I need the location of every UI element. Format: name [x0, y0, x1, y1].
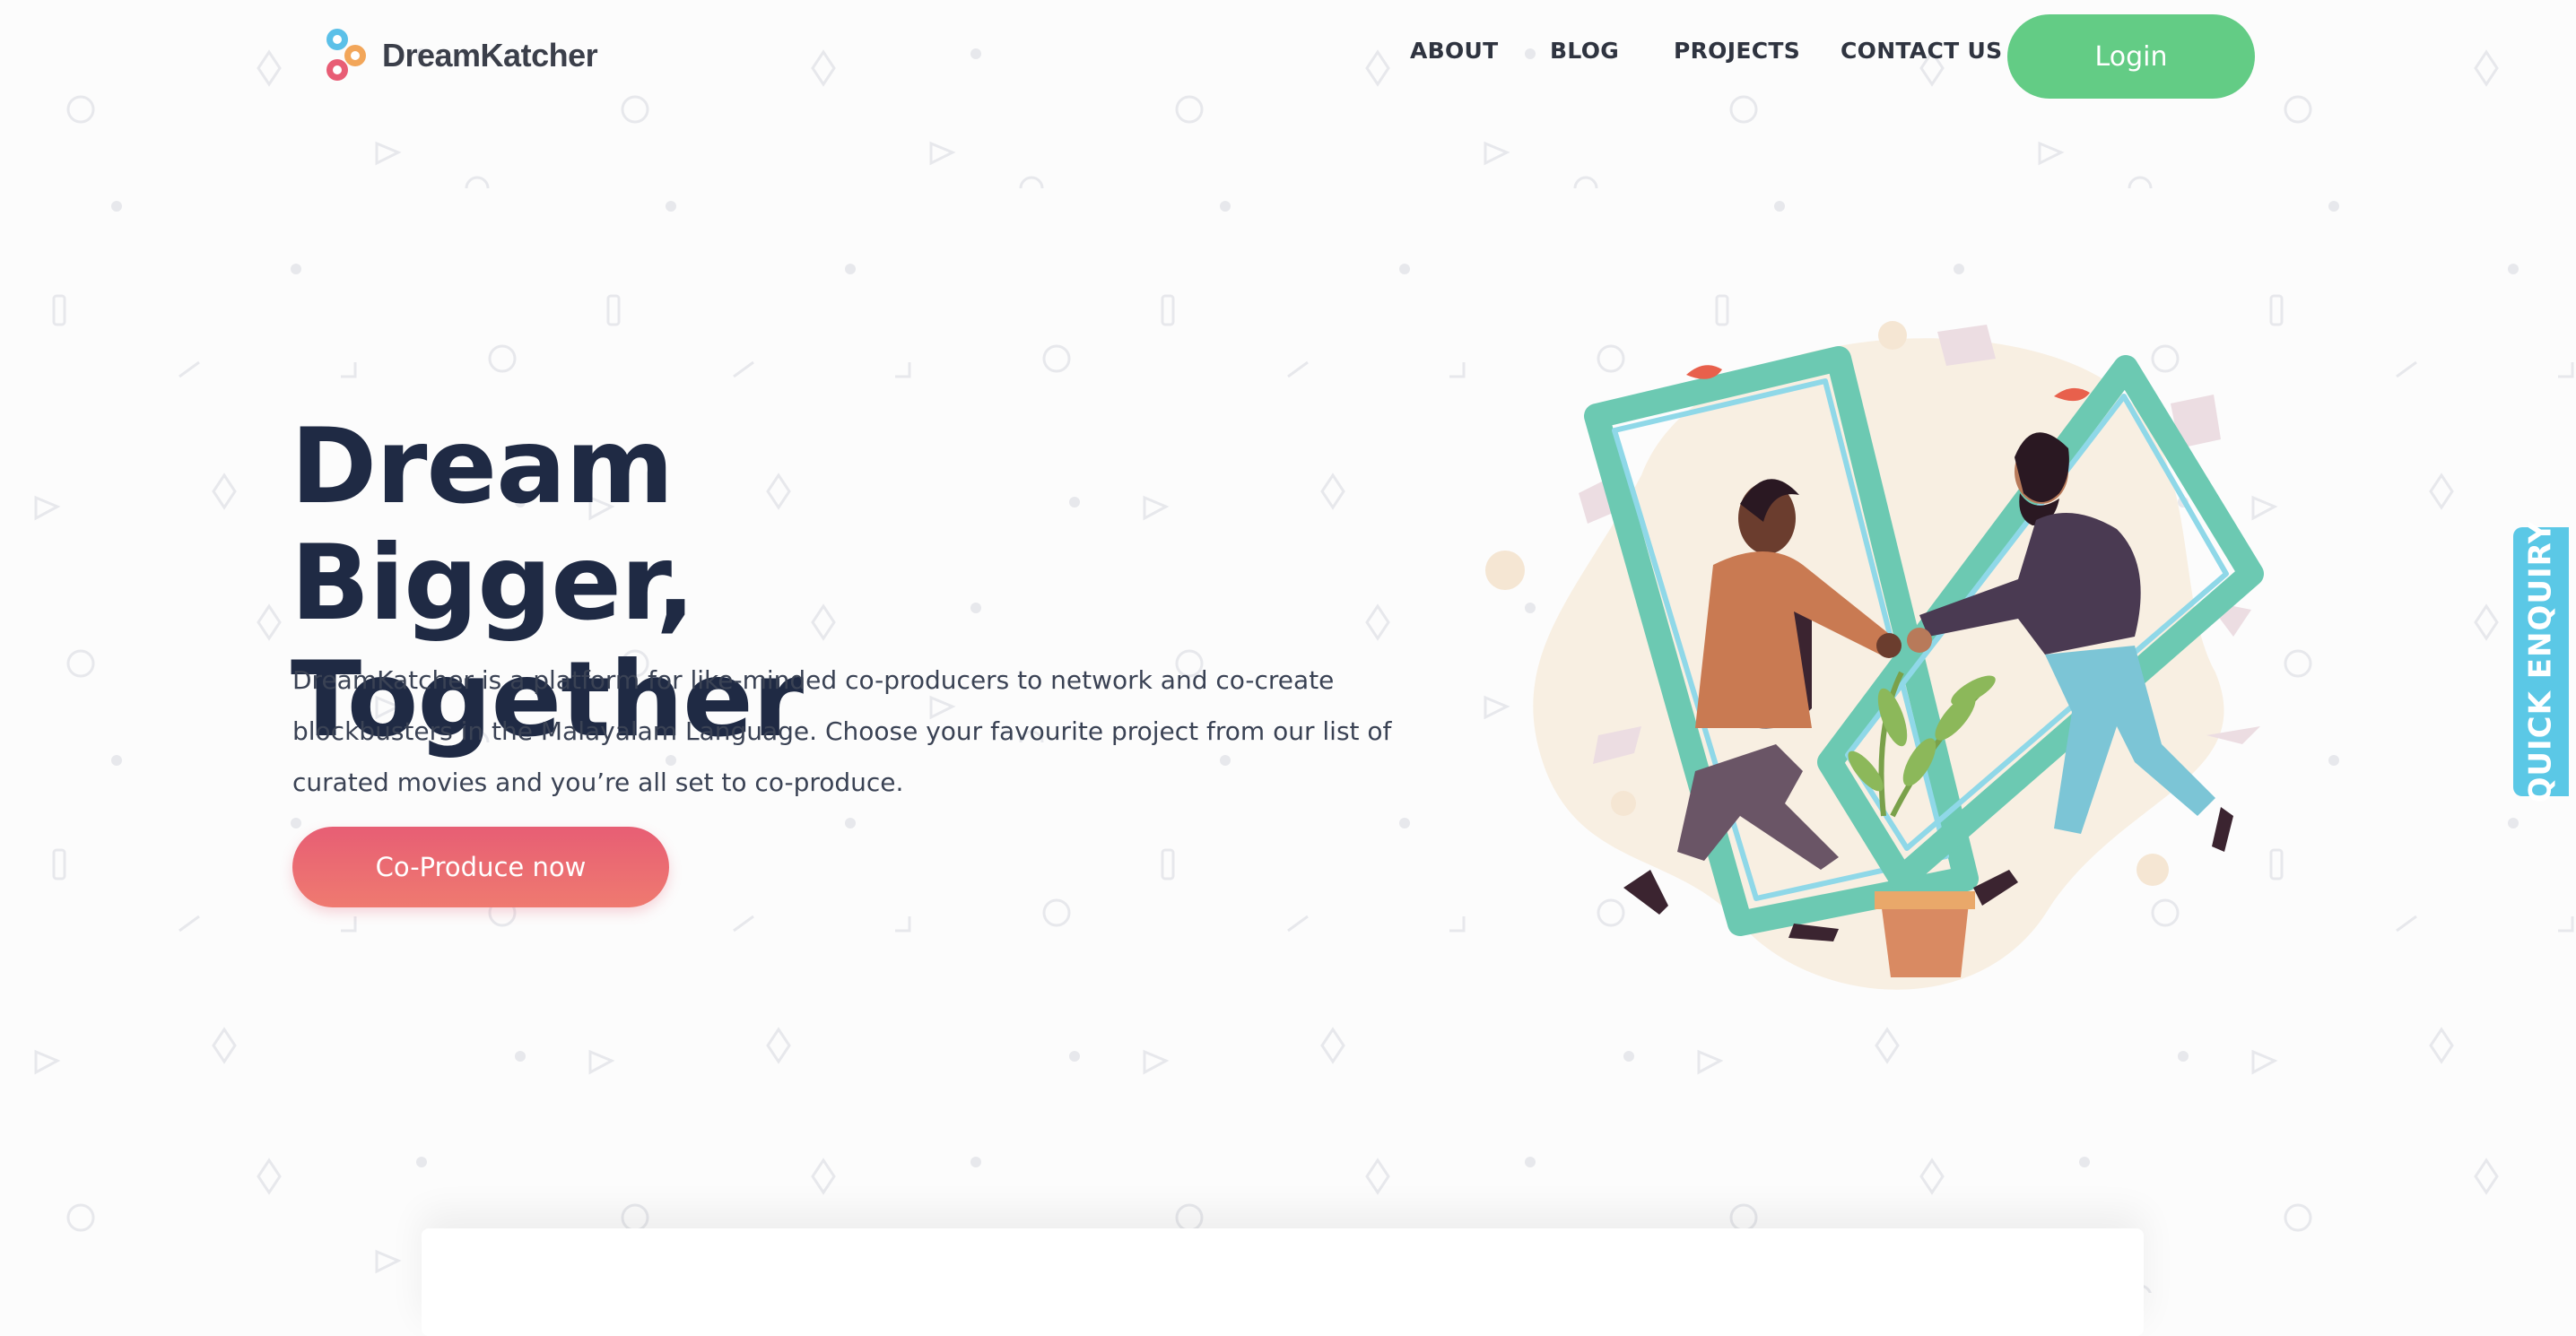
nav-contact-us[interactable]: CONTACT US	[1841, 38, 2002, 64]
dreamkatcher-logo-icon	[326, 29, 366, 81]
hero-title-line-1: Dream Bigger,	[291, 406, 695, 644]
logo[interactable]: DreamKatcher	[319, 27, 598, 84]
nav-blog[interactable]: BLOG	[1550, 38, 1619, 64]
nav-about[interactable]: ABOUT	[1410, 38, 1499, 64]
hero-illustration	[1485, 321, 2264, 990]
brand-name: DreamKatcher	[382, 37, 598, 74]
co-produce-button[interactable]: Co-Produce now	[292, 827, 669, 907]
site-header: DreamKatcher ABOUT BLOG PROJECTS CONTACT…	[0, 0, 2576, 117]
quick-enquiry-label: QUICK ENQUIRY	[2523, 520, 2559, 803]
hero-description: DreamKatcher is a platform for like-mind…	[292, 665, 1392, 797]
login-button[interactable]: Login	[2007, 14, 2255, 99]
bottom-card	[422, 1228, 2144, 1336]
nav-projects[interactable]: PROJECTS	[1674, 38, 1800, 64]
quick-enquiry-tab[interactable]: QUICK ENQUIRY	[2513, 520, 2569, 803]
